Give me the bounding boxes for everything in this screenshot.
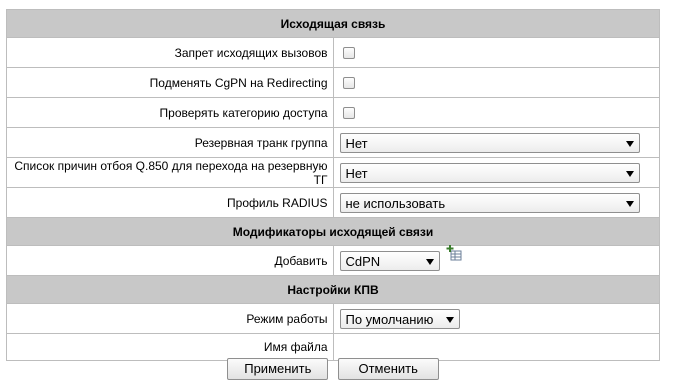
bar-outgoing-label: Запрет исходящих вызовов xyxy=(6,37,334,68)
section-header-modifiers: Модификаторы исходящей связи xyxy=(6,217,660,246)
add-modifier-value: CdPN xyxy=(345,253,381,269)
replace-cgpn-label: Подменять CgPN на Redirecting xyxy=(6,67,334,98)
reserve-trunk-select[interactable]: Нет xyxy=(339,132,640,153)
radius-label: Профиль RADIUS xyxy=(6,187,334,218)
row-reserve-trunk: Резервная транк группа Нет xyxy=(6,127,660,158)
mode-label: Режим работы xyxy=(6,303,334,334)
dropdown-arrow-icon xyxy=(445,316,454,323)
row-q850: Список причин отбоя Q.850 для перехода н… xyxy=(6,157,660,188)
add-table-icon[interactable] xyxy=(446,244,462,261)
row-add-modifier: Добавить CdPN xyxy=(6,244,660,276)
reserve-trunk-value: Нет xyxy=(345,135,368,151)
cancel-button[interactable]: Отменить xyxy=(337,358,439,380)
row-mode: Режим работы По умолчанию xyxy=(6,303,660,334)
row-replace-cgpn: Подменять CgPN на Redirecting xyxy=(6,67,660,98)
settings-table: Исходящая связь Запрет исходящих вызовов… xyxy=(6,9,660,361)
dropdown-arrow-icon xyxy=(625,140,634,147)
radius-select[interactable]: не использовать xyxy=(339,192,640,213)
row-check-access: Проверять категорию доступа xyxy=(6,97,660,128)
section-header-outgoing: Исходящая связь xyxy=(6,9,660,38)
row-radius: Профиль RADIUS не использовать xyxy=(6,187,660,218)
q850-select[interactable]: Нет xyxy=(339,162,640,183)
button-bar: Применить Отменить xyxy=(0,358,666,380)
add-modifier-label: Добавить xyxy=(6,245,334,276)
reserve-trunk-label: Резервная транк группа xyxy=(6,127,334,158)
replace-cgpn-checkbox[interactable] xyxy=(342,77,355,90)
dropdown-arrow-icon xyxy=(625,200,634,207)
dropdown-arrow-icon xyxy=(425,258,434,265)
add-modifier-select[interactable]: CdPN xyxy=(339,250,440,271)
filename-value xyxy=(332,333,660,361)
row-filename: Имя файла xyxy=(6,333,660,361)
q850-value: Нет xyxy=(345,165,368,181)
mode-value: По умолчанию xyxy=(345,311,434,327)
mode-select[interactable]: По умолчанию xyxy=(339,308,460,329)
filename-label: Имя файла xyxy=(6,333,334,361)
q850-label: Список причин отбоя Q.850 для перехода н… xyxy=(6,157,334,188)
row-bar-outgoing: Запрет исходящих вызовов xyxy=(6,37,660,68)
apply-button[interactable]: Применить xyxy=(227,358,329,380)
bar-outgoing-checkbox[interactable] xyxy=(342,47,355,60)
section-header-kpv: Настройки КПВ xyxy=(6,275,660,304)
dropdown-arrow-icon xyxy=(625,170,634,177)
check-access-label: Проверять категорию доступа xyxy=(6,97,334,128)
check-access-checkbox[interactable] xyxy=(342,107,355,120)
radius-value: не использовать xyxy=(345,195,446,211)
